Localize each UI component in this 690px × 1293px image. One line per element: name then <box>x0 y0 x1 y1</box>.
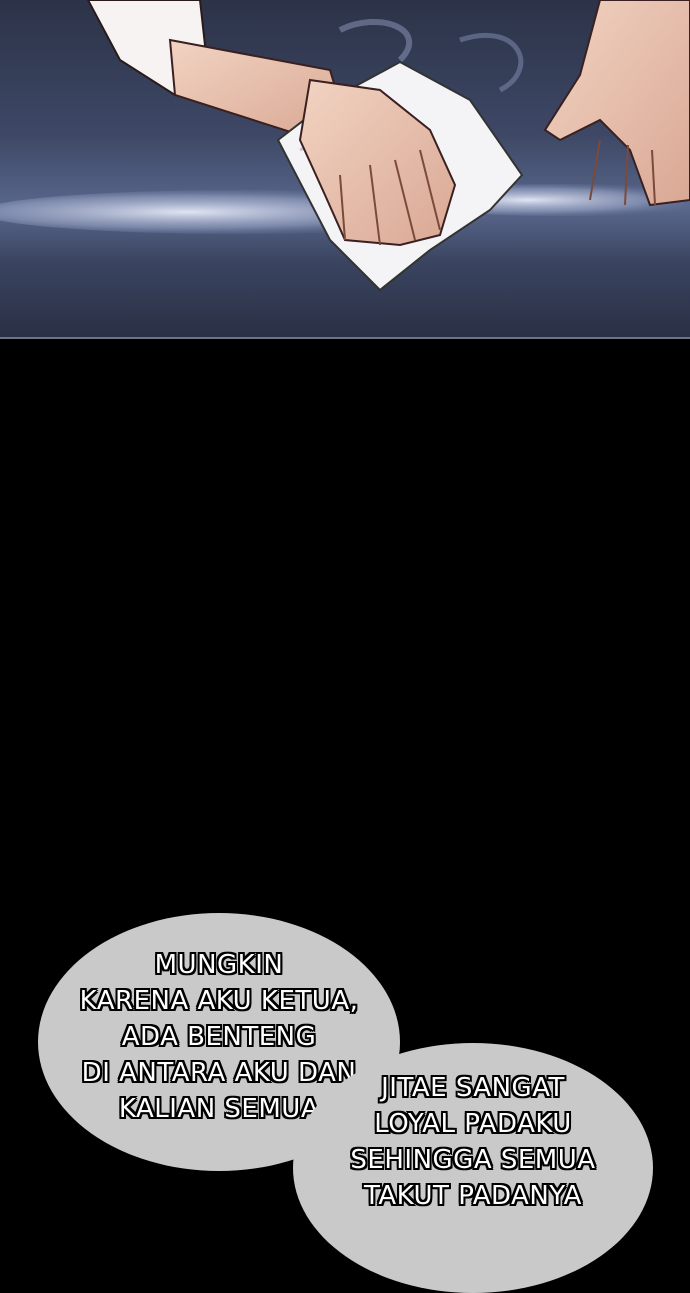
speech-bubble-text: MUNGKIN KARENA AKU KETUA, ADA BENTENG DI… <box>79 950 359 1124</box>
comic-panel <box>0 0 690 339</box>
hands-wiping-illustration <box>0 0 690 292</box>
speech-bubble: JITAE SANGAT LOYAL PADAKU SEHINGGA SEMUA… <box>293 1043 653 1293</box>
speech-bubble-text: JITAE SANGAT LOYAL PADAKU SEHINGGA SEMUA… <box>350 1073 596 1211</box>
